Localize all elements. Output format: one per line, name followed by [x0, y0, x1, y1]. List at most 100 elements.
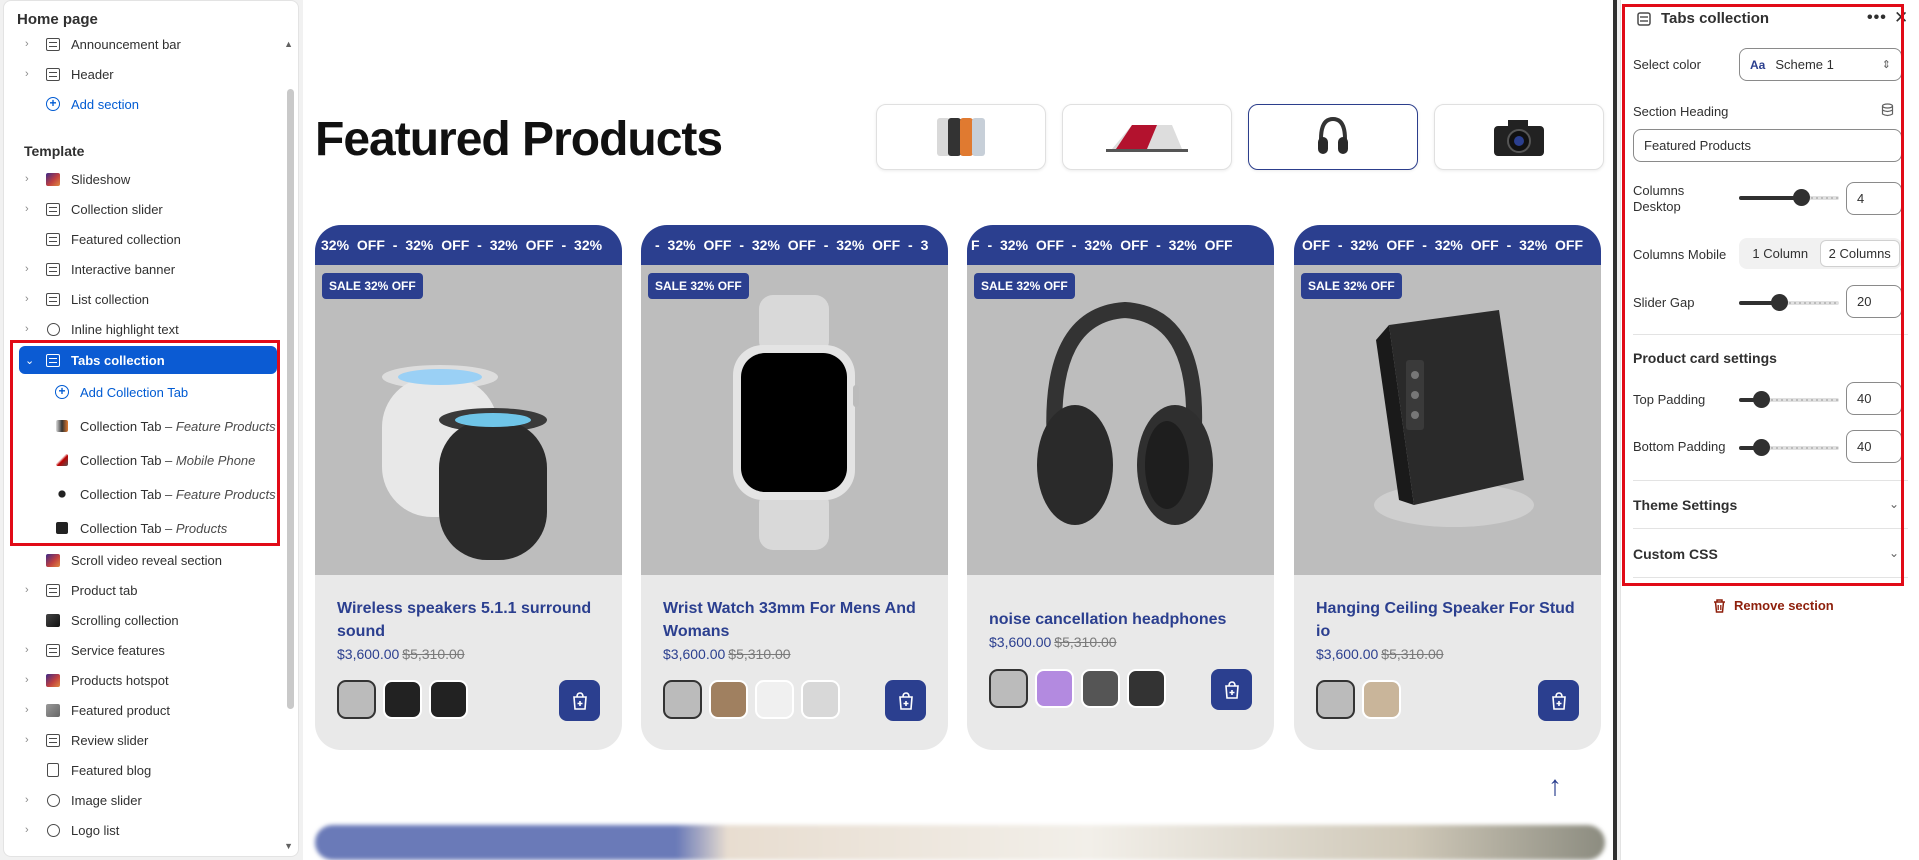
- swatch[interactable]: [801, 680, 840, 719]
- chevron-right-icon[interactable]: ›: [25, 323, 37, 335]
- product-image[interactable]: SALE 32% OFF: [641, 265, 948, 575]
- chevron-right-icon[interactable]: ›: [25, 203, 37, 215]
- option-1-column[interactable]: 1 Column: [1741, 240, 1820, 267]
- chevron-right-icon[interactable]: ›: [25, 38, 37, 50]
- columns-desktop-input[interactable]: 4: [1846, 182, 1902, 215]
- remove-section-button[interactable]: Remove section: [1713, 598, 1834, 613]
- swatch[interactable]: [989, 669, 1028, 708]
- sidebar-item-collection-slider[interactable]: › Collection slider: [4, 195, 284, 223]
- collection-tab-cameras[interactable]: [1434, 104, 1604, 170]
- top-padding-input[interactable]: 40: [1846, 382, 1902, 415]
- add-to-cart-button[interactable]: [885, 680, 926, 721]
- sidebar-item-inline-highlight-text[interactable]: › Inline highlight text: [4, 315, 284, 343]
- collection-tab-headphones[interactable]: [1248, 104, 1418, 170]
- more-options-icon[interactable]: •••: [1867, 9, 1887, 27]
- chevron-right-icon[interactable]: ›: [25, 734, 37, 746]
- sidebar-item-list-collection[interactable]: › List collection: [4, 285, 284, 313]
- chevron-right-icon[interactable]: ›: [25, 644, 37, 656]
- sidebar-item-featured-collection[interactable]: › Featured collection: [4, 225, 284, 253]
- sidebar-item-image-slider[interactable]: › Image slider: [4, 786, 284, 814]
- swatch[interactable]: [337, 680, 376, 719]
- chevron-right-icon[interactable]: ›: [25, 584, 37, 596]
- slider-handle[interactable]: [1793, 189, 1810, 206]
- chevron-down-icon[interactable]: ⌄: [25, 354, 37, 367]
- sidebar-item-review-slider[interactable]: › Review slider: [4, 726, 284, 754]
- swatch[interactable]: [1362, 680, 1401, 719]
- scroll-down-icon[interactable]: ▼: [284, 841, 293, 851]
- product-card[interactable]: F - 32% OFF - 32% OFF - 32% OFF SALE 32%…: [967, 225, 1274, 750]
- swatch[interactable]: [1081, 669, 1120, 708]
- scroll-to-top-icon[interactable]: ↑: [1548, 770, 1562, 802]
- chevron-right-icon[interactable]: ›: [25, 794, 37, 806]
- theme-settings-toggle[interactable]: Theme Settings: [1633, 497, 1737, 513]
- close-icon[interactable]: ✕: [1894, 8, 1908, 28]
- swatch[interactable]: [1316, 680, 1355, 719]
- product-title[interactable]: Hanging Ceiling Speaker For Stud io: [1316, 597, 1579, 643]
- sidebar-item-featured-product[interactable]: › Featured product: [4, 696, 284, 724]
- slider-handle[interactable]: [1753, 391, 1770, 408]
- bottom-padding-slider[interactable]: [1739, 439, 1839, 456]
- chevron-right-icon[interactable]: ›: [25, 704, 37, 716]
- swatch[interactable]: [755, 680, 794, 719]
- collection-tab-item[interactable]: Collection Tab – Mobile Phone: [34, 446, 298, 474]
- product-card[interactable]: 32% OFF - 32% OFF - 32% OFF - 32% SALE 3…: [315, 225, 622, 750]
- custom-css-toggle[interactable]: Custom CSS: [1633, 546, 1718, 562]
- product-title[interactable]: Wireless speakers 5.1.1 surround sound: [337, 597, 600, 643]
- sidebar-item-announcement-bar[interactable]: › Announcement bar: [4, 30, 284, 58]
- slider-gap-slider[interactable]: [1739, 294, 1839, 311]
- product-image[interactable]: SALE 32% OFF: [967, 265, 1274, 575]
- color-scheme-select[interactable]: Aa Scheme 1 ⇕: [1739, 48, 1902, 81]
- top-padding-slider[interactable]: [1739, 391, 1839, 408]
- product-card[interactable]: OFF - 32% OFF - 32% OFF - 32% OFF SALE 3…: [1294, 225, 1601, 750]
- chevron-right-icon[interactable]: ›: [25, 173, 37, 185]
- chevron-down-icon[interactable]: ⌄: [1889, 497, 1899, 511]
- section-heading-input[interactable]: Featured Products: [1633, 129, 1902, 162]
- slider-handle[interactable]: [1771, 294, 1788, 311]
- sidebar-item-slideshow[interactable]: › Slideshow: [4, 165, 284, 193]
- collection-tab-item[interactable]: Collection Tab – Products: [34, 514, 298, 542]
- chevron-right-icon[interactable]: ›: [25, 263, 37, 275]
- slider-handle[interactable]: [1753, 439, 1770, 456]
- product-image[interactable]: SALE 32% OFF: [315, 265, 622, 575]
- product-card[interactable]: - 32% OFF - 32% OFF - 32% OFF - 3 SALE 3…: [641, 225, 948, 750]
- sidebar-item-service-features[interactable]: › Service features: [4, 636, 284, 664]
- bottom-padding-input[interactable]: 40: [1846, 430, 1902, 463]
- sidebar-item-featured-blog[interactable]: › Featured blog: [4, 756, 284, 784]
- chevron-right-icon[interactable]: ›: [25, 68, 37, 80]
- swatch[interactable]: [383, 680, 422, 719]
- scroll-up-icon[interactable]: ▲: [284, 39, 293, 49]
- collection-tab-item[interactable]: Collection Tab – Feature Products: [34, 412, 298, 440]
- chevron-right-icon[interactable]: ›: [25, 674, 37, 686]
- collection-tab-phones[interactable]: [876, 104, 1046, 170]
- chevron-right-icon[interactable]: ›: [25, 824, 37, 836]
- chevron-right-icon[interactable]: ›: [25, 293, 37, 305]
- sidebar-item-interactive-banner[interactable]: › Interactive banner: [4, 255, 284, 283]
- add-to-cart-button[interactable]: [1538, 680, 1579, 721]
- add-to-cart-button[interactable]: [1211, 669, 1252, 710]
- database-icon[interactable]: [1881, 103, 1894, 117]
- sidebar-item-products-hotspot[interactable]: › Products hotspot: [4, 666, 284, 694]
- swatch[interactable]: [663, 680, 702, 719]
- columns-desktop-slider[interactable]: [1739, 189, 1839, 206]
- slider-gap-input[interactable]: 20: [1846, 285, 1902, 318]
- chevron-down-icon[interactable]: ⌄: [1889, 546, 1899, 560]
- sidebar-item-tabs-collection[interactable]: ⌄ Tabs collection: [19, 346, 277, 374]
- sidebar-item-scrolling-collection[interactable]: › Scrolling collection: [4, 606, 284, 634]
- sidebar-item-logo-list[interactable]: › Logo list: [4, 816, 284, 844]
- collection-tab-laptops[interactable]: [1062, 104, 1232, 170]
- add-section-button[interactable]: › + Add section: [4, 90, 284, 118]
- swatch[interactable]: [429, 680, 468, 719]
- collection-tab-item[interactable]: Collection Tab – Feature Products: [34, 480, 298, 508]
- swatch[interactable]: [709, 680, 748, 719]
- product-image[interactable]: SALE 32% OFF: [1294, 265, 1601, 575]
- product-title[interactable]: Wrist Watch 33mm For Mens And Womans: [663, 597, 926, 643]
- add-to-cart-button[interactable]: [559, 680, 600, 721]
- swatch[interactable]: [1127, 669, 1166, 708]
- sidebar-item-product-tab[interactable]: › Product tab: [4, 576, 284, 604]
- sidebar-item-header[interactable]: › Header: [4, 60, 284, 88]
- add-collection-tab-button[interactable]: + Add Collection Tab: [34, 378, 298, 406]
- option-2-columns[interactable]: 2 Columns: [1819, 240, 1900, 267]
- product-title[interactable]: noise cancellation headphones: [989, 608, 1252, 631]
- swatch[interactable]: [1035, 669, 1074, 708]
- sidebar-item-scroll-video-reveal[interactable]: › Scroll video reveal section: [4, 546, 284, 574]
